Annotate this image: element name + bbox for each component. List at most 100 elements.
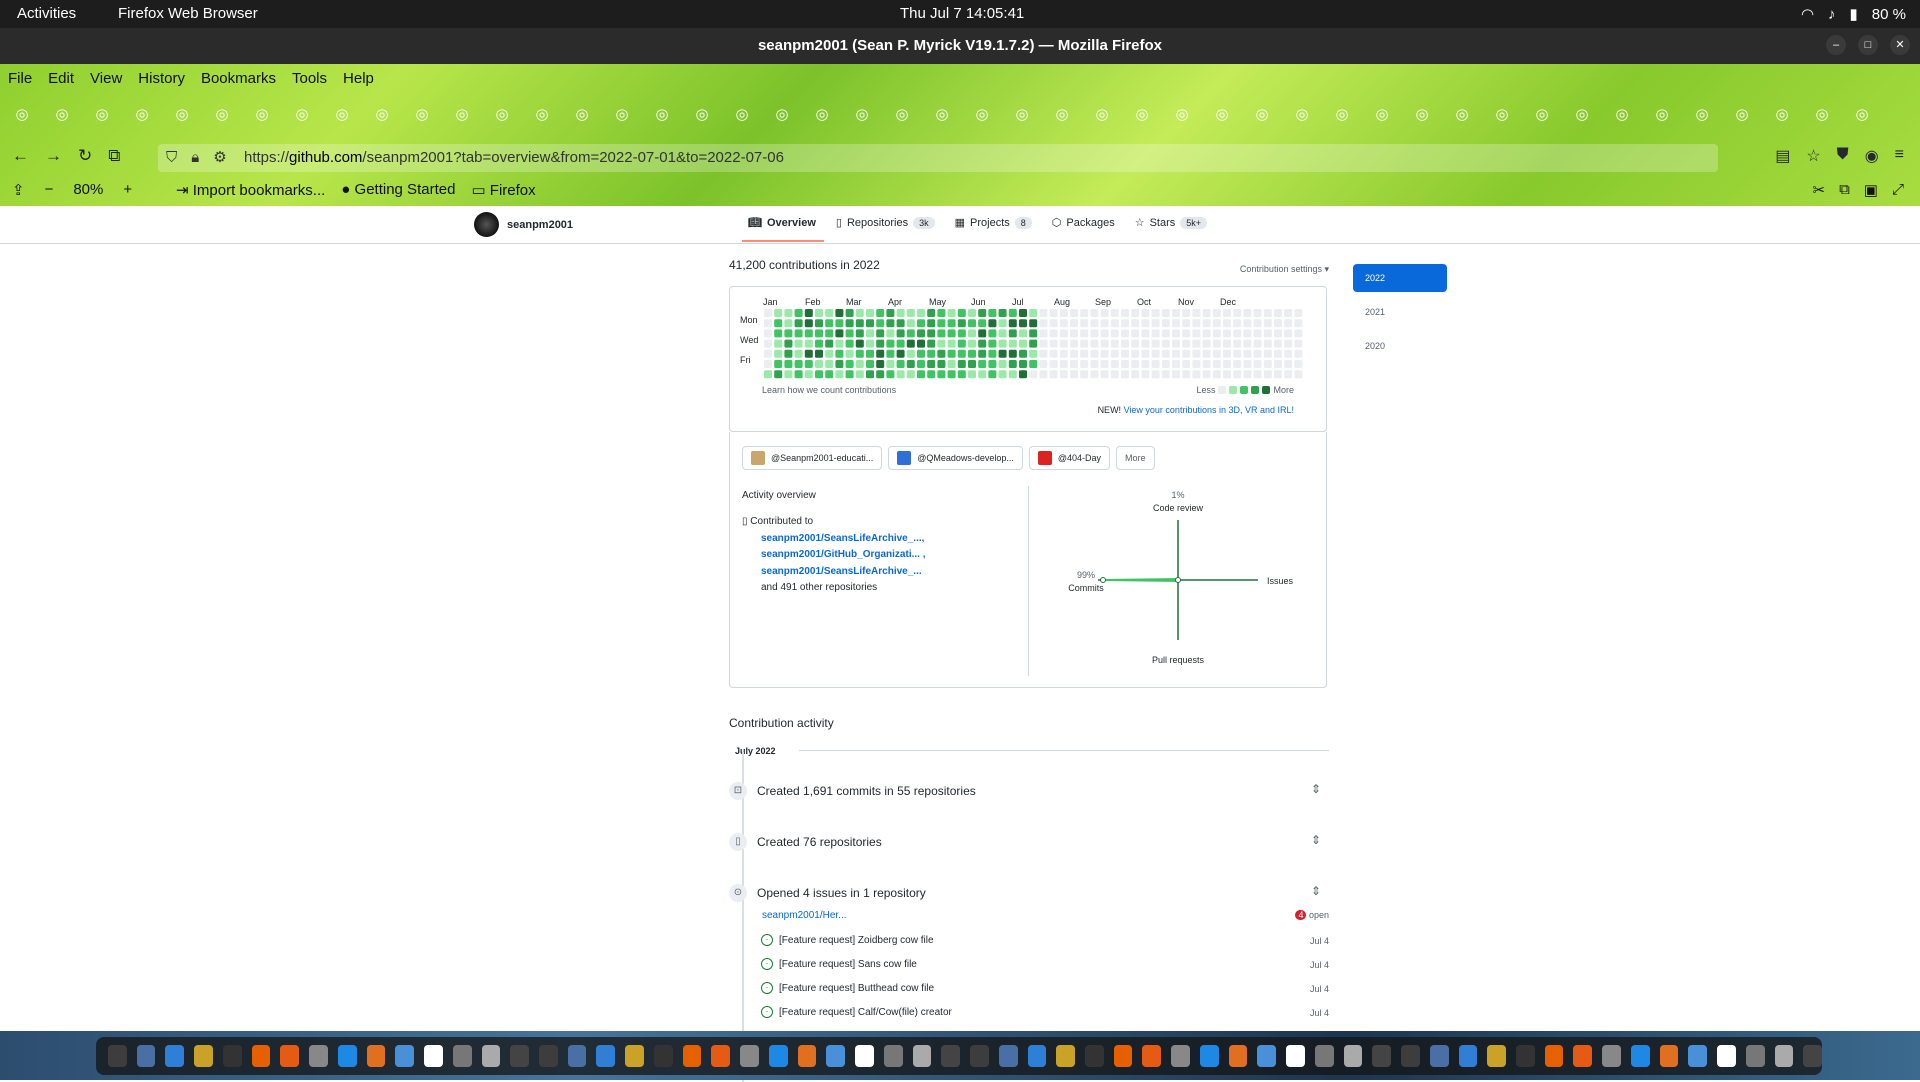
contribution-day[interactable] <box>917 360 925 368</box>
contribution-day[interactable] <box>998 360 1007 368</box>
contribution-day[interactable] <box>1172 349 1180 358</box>
github-icon[interactable]: ◎ <box>970 102 994 126</box>
github-icon[interactable]: ◎ <box>850 102 874 126</box>
github-icon[interactable]: ◎ <box>1330 102 1354 126</box>
contribution-day[interactable] <box>978 349 987 358</box>
contribution-day[interactable] <box>1284 349 1293 358</box>
contribution-day[interactable] <box>1182 360 1191 368</box>
permissions-icon[interactable]: ⚙︎ <box>213 144 226 172</box>
contribution-day[interactable] <box>1019 360 1027 368</box>
contribution-day[interactable] <box>804 370 813 379</box>
contribution-day[interactable] <box>1121 360 1129 368</box>
contribution-day[interactable] <box>1008 319 1017 328</box>
contribution-day[interactable] <box>886 339 895 348</box>
contribution-day[interactable] <box>1080 349 1089 358</box>
dock-app-icon[interactable] <box>366 1045 386 1067</box>
contribution-day[interactable] <box>927 309 936 317</box>
contribution-day[interactable] <box>1284 339 1293 348</box>
contribution-day[interactable] <box>1253 370 1262 379</box>
contribution-day[interactable] <box>1172 309 1180 317</box>
lock-icon[interactable]: 🔒︎ <box>191 144 199 172</box>
extensions-icon[interactable]: ⧉ <box>108 146 120 166</box>
contribution-day[interactable] <box>804 329 813 338</box>
contribution-day[interactable] <box>968 319 976 328</box>
contribution-day[interactable] <box>1039 339 1048 348</box>
dock-app-icon[interactable] <box>309 1045 328 1067</box>
contribution-day[interactable] <box>1029 370 1038 379</box>
contribution-day[interactable] <box>1294 360 1303 368</box>
dock-app-icon[interactable] <box>1630 1045 1650 1067</box>
contribution-day[interactable] <box>1274 329 1282 338</box>
contribution-day[interactable] <box>1253 349 1262 358</box>
dock-app-icon[interactable] <box>768 1045 788 1067</box>
contribution-day[interactable] <box>896 309 905 317</box>
expand-icon[interactable]: ⇕ <box>1311 833 1321 847</box>
contribution-day[interactable] <box>1121 329 1129 338</box>
contribution-day[interactable] <box>855 349 864 358</box>
tab-repositories[interactable]: ▯ Repositories 3k <box>836 216 935 229</box>
dock-app-icon[interactable] <box>1774 1045 1794 1067</box>
contribution-day[interactable] <box>886 319 895 328</box>
contribution-day[interactable] <box>917 349 925 358</box>
cut-icon[interactable]: ✂ <box>1813 181 1826 199</box>
contribution-day[interactable] <box>1100 349 1109 358</box>
contribution-day[interactable] <box>906 309 915 317</box>
contribution-day[interactable] <box>927 370 936 379</box>
tab-stars[interactable]: ☆ Stars 5k+ <box>1135 216 1208 229</box>
contribution-day[interactable] <box>1070 339 1078 348</box>
contribution-day[interactable] <box>917 309 925 317</box>
contribution-day[interactable] <box>947 329 956 338</box>
minimize-icon[interactable]: – <box>1826 35 1846 55</box>
dock-app-icon[interactable] <box>539 1045 558 1067</box>
contribution-day[interactable] <box>1202 370 1211 379</box>
contribution-day[interactable] <box>825 370 834 379</box>
contribution-day[interactable] <box>1049 319 1058 328</box>
contribution-day[interactable] <box>937 309 946 317</box>
dock-app-icon[interactable] <box>1171 1045 1190 1067</box>
contribution-day[interactable] <box>1294 339 1303 348</box>
dock-app-icon[interactable] <box>1487 1045 1506 1067</box>
contribution-day[interactable] <box>855 360 864 368</box>
contribution-day[interactable] <box>1090 339 1099 348</box>
github-icon[interactable]: ◎ <box>1450 102 1474 126</box>
contribution-day[interactable] <box>1141 339 1150 348</box>
dock-app-icon[interactable] <box>424 1045 443 1067</box>
contribution-day[interactable] <box>957 329 966 338</box>
contribution-day[interactable] <box>1059 370 1068 379</box>
contribution-day[interactable] <box>1131 360 1140 368</box>
contribution-day[interactable] <box>906 349 915 358</box>
contribution-day[interactable] <box>1059 349 1068 358</box>
contribution-day[interactable] <box>1294 349 1303 358</box>
github-icon[interactable]: ◎ <box>570 102 594 126</box>
contribution-day[interactable] <box>1253 360 1262 368</box>
contribution-day[interactable] <box>1274 370 1282 379</box>
contribution-day[interactable] <box>1131 329 1140 338</box>
contribution-day[interactable] <box>1294 319 1303 328</box>
menu-history[interactable]: History <box>130 68 193 92</box>
contribution-day[interactable] <box>988 349 997 358</box>
contribution-day[interactable] <box>764 349 772 358</box>
zoom-out-icon[interactable]: − <box>45 181 54 199</box>
contribution-day[interactable] <box>917 339 925 348</box>
contribution-day[interactable] <box>784 349 793 358</box>
contribution-day[interactable] <box>1131 339 1140 348</box>
contribution-day[interactable] <box>896 329 905 338</box>
contribution-day[interactable] <box>845 339 854 348</box>
contribution-day[interactable] <box>1223 319 1231 328</box>
contribution-day[interactable] <box>1202 309 1211 317</box>
contribution-day[interactable] <box>1059 319 1068 328</box>
github-icon[interactable]: ◎ <box>1650 102 1674 126</box>
contribution-day[interactable] <box>1019 329 1027 338</box>
contribution-day[interactable] <box>784 319 793 328</box>
dock-app-icon[interactable] <box>136 1045 156 1067</box>
dock-app-icon[interactable] <box>194 1045 213 1067</box>
dock-app-icon[interactable] <box>481 1045 501 1067</box>
dock-app-icon[interactable] <box>855 1045 874 1067</box>
maximize-icon[interactable]: □ <box>1858 35 1878 55</box>
contribution-day[interactable] <box>1090 349 1099 358</box>
contribution-day[interactable] <box>988 339 997 348</box>
contribution-day[interactable] <box>1202 360 1211 368</box>
contribution-day[interactable] <box>1039 319 1048 328</box>
contribution-day[interactable] <box>876 309 885 317</box>
contribution-day[interactable] <box>1161 329 1170 338</box>
